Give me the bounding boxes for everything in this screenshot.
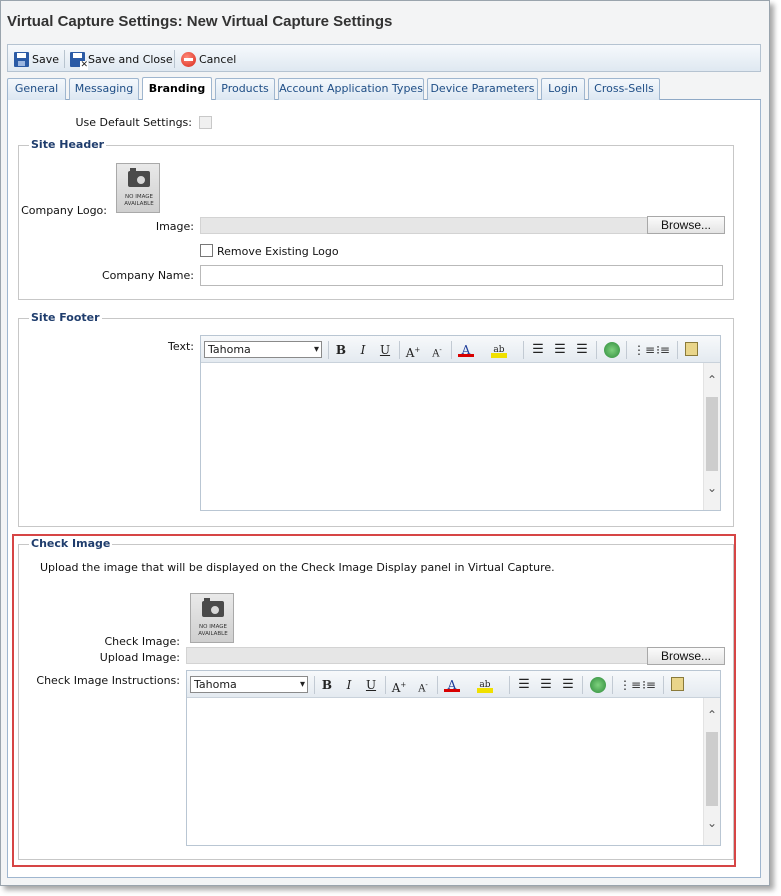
site-footer-fieldset: Site Footer Text: Tahoma ▾ B I U A+ A- A … bbox=[18, 311, 734, 527]
shrink-font-icon[interactable]: A- bbox=[429, 342, 445, 359]
camera-icon bbox=[128, 168, 150, 187]
settings-window: Virtual Capture Settings: New Virtual Ca… bbox=[0, 0, 770, 886]
no-image-line1: NO IMAGE bbox=[125, 194, 153, 200]
save-close-label: Save and Close bbox=[88, 52, 173, 66]
company-name-input[interactable] bbox=[200, 265, 723, 286]
highlight-color-icon[interactable]: ab bbox=[491, 342, 507, 358]
scroll-thumb[interactable] bbox=[706, 397, 718, 471]
editor-divider bbox=[328, 341, 329, 359]
tab-bar: General Messaging Branding Products Acco… bbox=[7, 77, 761, 101]
numbered-list-icon[interactable]: ⋮≡ bbox=[633, 342, 655, 358]
use-default-checkbox[interactable] bbox=[199, 116, 212, 129]
tab-branding[interactable]: Branding bbox=[142, 77, 212, 101]
editor-divider bbox=[677, 341, 678, 359]
cancel-icon bbox=[181, 51, 196, 67]
font-family-select[interactable]: Tahoma ▾ bbox=[204, 341, 322, 358]
paste-word-icon[interactable] bbox=[685, 342, 698, 356]
toolbar-divider bbox=[174, 50, 175, 68]
footer-editor-scrollbar[interactable]: ⌃ ⌄ bbox=[703, 363, 720, 510]
site-header-fieldset: Site Header Company Logo: NO IMAGE AVAILA… bbox=[18, 138, 734, 300]
image-browse-button[interactable]: Browse... bbox=[647, 216, 725, 234]
bold-icon[interactable]: B bbox=[333, 342, 349, 358]
company-logo-placeholder: NO IMAGE AVAILABLE bbox=[116, 163, 160, 213]
tab-general[interactable]: General bbox=[7, 78, 66, 100]
footer-text-label: Text: bbox=[168, 340, 194, 353]
tab-products[interactable]: Products bbox=[215, 78, 275, 100]
tab-cross-sells[interactable]: Cross-Sells bbox=[588, 78, 660, 100]
align-right-icon[interactable]: ☰ bbox=[574, 342, 590, 358]
tab-device-parameters[interactable]: Device Parameters bbox=[427, 78, 538, 100]
cancel-button[interactable]: Cancel bbox=[181, 51, 236, 67]
site-header-legend: Site Header bbox=[29, 138, 107, 151]
align-center-icon[interactable]: ☰ bbox=[552, 342, 568, 358]
editor-divider bbox=[626, 341, 627, 359]
use-default-label: Use Default Settings: bbox=[75, 116, 192, 129]
no-image-text: NO IMAGE AVAILABLE bbox=[117, 194, 161, 208]
image-file-field[interactable] bbox=[200, 217, 652, 234]
toolbar-divider bbox=[64, 50, 65, 68]
image-label: Image: bbox=[155, 220, 194, 233]
company-logo-label: Company Logo: bbox=[21, 204, 107, 217]
tab-login[interactable]: Login bbox=[541, 78, 585, 100]
align-left-icon[interactable]: ☰ bbox=[530, 342, 546, 358]
company-name-label: Company Name: bbox=[102, 269, 194, 282]
page-title: Virtual Capture Settings: New Virtual Ca… bbox=[7, 13, 393, 30]
font-family-value: Tahoma bbox=[208, 343, 251, 356]
editor-divider bbox=[596, 341, 597, 359]
check-image-highlight bbox=[12, 534, 736, 867]
editor-divider bbox=[523, 341, 524, 359]
save-close-icon bbox=[70, 51, 88, 70]
save-and-close-button[interactable]: Save and Close bbox=[70, 51, 173, 70]
save-icon bbox=[14, 51, 29, 67]
editor-divider bbox=[451, 341, 452, 359]
underline-icon[interactable]: U bbox=[377, 342, 393, 358]
cancel-button-label: Cancel bbox=[199, 52, 237, 66]
grow-font-icon[interactable]: A+ bbox=[405, 342, 421, 360]
bulleted-list-icon[interactable]: ⁝≡ bbox=[655, 342, 671, 358]
font-color-icon[interactable]: A bbox=[458, 342, 474, 357]
tab-messaging[interactable]: Messaging bbox=[69, 78, 139, 100]
remove-logo-label: Remove Existing Logo bbox=[217, 245, 339, 258]
tab-account-application-types[interactable]: Account Application Types bbox=[278, 78, 424, 100]
footer-rich-text-editor: Tahoma ▾ B I U A+ A- A ab ☰ ☰ ☰ ⋮≡ ⁝≡ ⌃ … bbox=[200, 335, 721, 511]
italic-icon[interactable]: I bbox=[355, 342, 371, 358]
save-button-label: Save bbox=[32, 52, 60, 66]
no-image-line2: AVAILABLE bbox=[124, 201, 154, 207]
editor-toolbar: Tahoma ▾ B I U A+ A- A ab ☰ ☰ ☰ ⋮≡ ⁝≡ bbox=[201, 336, 720, 363]
remove-logo-checkbox[interactable] bbox=[200, 244, 213, 257]
save-button[interactable]: Save bbox=[14, 51, 59, 67]
toolbar: Save Save and Close Cancel bbox=[7, 44, 761, 72]
scroll-up-icon[interactable]: ⌃ bbox=[704, 373, 720, 387]
editor-divider bbox=[399, 341, 400, 359]
insert-image-icon[interactable] bbox=[604, 342, 620, 358]
site-footer-legend: Site Footer bbox=[29, 311, 102, 324]
scroll-down-icon[interactable]: ⌄ bbox=[704, 481, 720, 495]
chevron-down-icon: ▾ bbox=[313, 344, 319, 355]
